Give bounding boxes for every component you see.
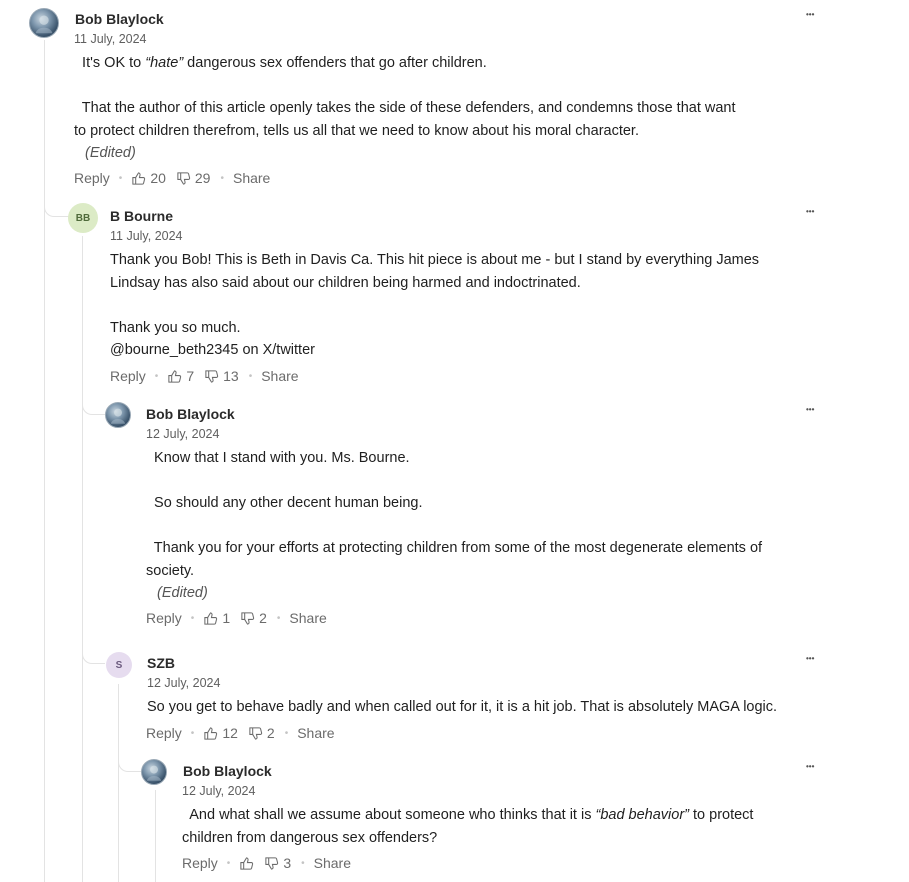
thread-line bbox=[118, 684, 119, 882]
thumbs-down-icon bbox=[205, 369, 219, 383]
thread-connector bbox=[82, 643, 105, 664]
dislike-count: 3 bbox=[283, 855, 292, 871]
thumbs-up-icon bbox=[204, 611, 218, 625]
separator-dot: • bbox=[248, 370, 253, 382]
comment-author[interactable]: Bob Blaylock bbox=[183, 763, 272, 779]
share-button[interactable]: Share bbox=[314, 855, 351, 871]
comment-date[interactable]: 12 July, 2024 bbox=[146, 427, 219, 441]
dislike-count: 2 bbox=[266, 725, 275, 741]
like-button[interactable]: 20 bbox=[131, 170, 166, 186]
like-button[interactable]: 7 bbox=[167, 368, 194, 384]
more-options-icon[interactable]: ••• bbox=[806, 762, 814, 771]
reply-button[interactable]: Reply bbox=[74, 170, 110, 186]
more-options-icon[interactable]: ••• bbox=[806, 654, 814, 663]
dislike-button[interactable]: 29 bbox=[176, 170, 211, 186]
comment-author[interactable]: Bob Blaylock bbox=[75, 11, 164, 27]
comment-author[interactable]: Bob Blaylock bbox=[146, 406, 235, 422]
dislike-button[interactable]: 3 bbox=[264, 855, 291, 871]
comment-actions: Reply • 7 13 • Share bbox=[110, 368, 299, 384]
share-button[interactable]: Share bbox=[233, 170, 270, 186]
separator-dot: • bbox=[276, 612, 281, 624]
like-count: 7 bbox=[186, 368, 195, 384]
more-options-icon[interactable]: ••• bbox=[806, 405, 814, 414]
thread-connector bbox=[118, 751, 141, 772]
comment-actions: Reply • 20 29 • Share bbox=[74, 170, 270, 186]
thumbs-up-icon bbox=[240, 856, 254, 870]
thread-connector bbox=[82, 394, 105, 415]
thumbs-up-icon bbox=[204, 726, 218, 740]
edited-label: (Edited) bbox=[85, 145, 136, 161]
like-count: 20 bbox=[150, 170, 166, 186]
reply-button[interactable]: Reply bbox=[182, 855, 218, 871]
comment-date[interactable]: 12 July, 2024 bbox=[147, 676, 220, 690]
thread-line bbox=[82, 236, 83, 882]
like-button[interactable] bbox=[239, 856, 258, 871]
separator-dot: • bbox=[154, 370, 159, 382]
reply-button[interactable]: Reply bbox=[146, 610, 182, 626]
edited-label: (Edited) bbox=[157, 585, 208, 601]
dislike-count: 29 bbox=[194, 170, 211, 186]
share-button[interactable]: Share bbox=[297, 725, 334, 741]
dislike-count: 13 bbox=[223, 368, 239, 384]
avatar-initials: BB bbox=[75, 212, 91, 224]
separator-dot: • bbox=[190, 612, 195, 624]
comment-actions: Reply • 3 • Share bbox=[182, 855, 351, 871]
avatar[interactable] bbox=[29, 8, 59, 38]
avatar-initials: S bbox=[115, 659, 123, 671]
thumbs-down-icon bbox=[265, 856, 279, 870]
avatar[interactable] bbox=[141, 759, 167, 785]
avatar-image bbox=[35, 15, 53, 34]
thumbs-up-icon bbox=[168, 369, 182, 383]
comment-author[interactable]: B Bourne bbox=[110, 208, 173, 224]
separator-dot: • bbox=[118, 172, 123, 184]
reply-button[interactable]: Reply bbox=[146, 725, 182, 741]
comment-author[interactable]: SZB bbox=[147, 655, 175, 671]
like-count: 1 bbox=[222, 610, 231, 626]
like-button[interactable]: 12 bbox=[203, 725, 238, 741]
separator-dot: • bbox=[220, 172, 224, 184]
thread-line bbox=[155, 790, 156, 882]
dislike-button[interactable]: 2 bbox=[248, 725, 275, 741]
dislike-count: 2 bbox=[259, 610, 267, 626]
avatar-image bbox=[146, 765, 162, 781]
more-options-icon[interactable]: ••• bbox=[806, 10, 814, 19]
thumbs-down-icon bbox=[249, 726, 263, 740]
thumbs-up-icon bbox=[132, 171, 146, 185]
comment-date[interactable]: 12 July, 2024 bbox=[182, 784, 255, 798]
dislike-button[interactable]: 13 bbox=[204, 368, 239, 384]
avatar-image bbox=[110, 408, 126, 424]
avatar[interactable]: S bbox=[106, 652, 132, 678]
thread-line bbox=[44, 40, 45, 882]
comment-actions: Reply • 1 2 • Share bbox=[146, 610, 327, 626]
avatar[interactable]: BB bbox=[68, 203, 98, 233]
separator-dot: • bbox=[301, 857, 305, 869]
like-button[interactable]: 1 bbox=[203, 610, 230, 626]
comment-date[interactable]: 11 July, 2024 bbox=[110, 229, 183, 243]
comment-date[interactable]: 11 July, 2024 bbox=[74, 32, 147, 46]
avatar[interactable] bbox=[105, 402, 131, 428]
thumbs-down-icon bbox=[241, 611, 255, 625]
separator-dot: • bbox=[284, 727, 289, 739]
separator-dot: • bbox=[226, 857, 231, 869]
comment-body: It's OK to “hate” dangerous sex offender… bbox=[74, 55, 736, 161]
thumbs-down-icon bbox=[177, 171, 191, 185]
comment-body: And what shall we assume about someone w… bbox=[182, 807, 754, 846]
separator-dot: • bbox=[190, 727, 195, 739]
reply-button[interactable]: Reply bbox=[110, 368, 146, 384]
more-options-icon[interactable]: ••• bbox=[806, 207, 814, 216]
comment-body: So you get to behave badly and when call… bbox=[147, 699, 778, 715]
comment-body: Know that I stand with you. Ms. Bourne. … bbox=[146, 450, 763, 601]
comment-actions: Reply • 12 2 • Share bbox=[146, 725, 335, 741]
comment-body: Thank you Bob! This is Beth in Davis Ca.… bbox=[110, 252, 760, 358]
dislike-button[interactable]: 2 bbox=[240, 610, 267, 626]
thread-connector bbox=[44, 196, 69, 217]
like-count: 12 bbox=[222, 725, 238, 741]
share-button[interactable]: Share bbox=[289, 610, 326, 626]
share-button[interactable]: Share bbox=[261, 368, 298, 384]
